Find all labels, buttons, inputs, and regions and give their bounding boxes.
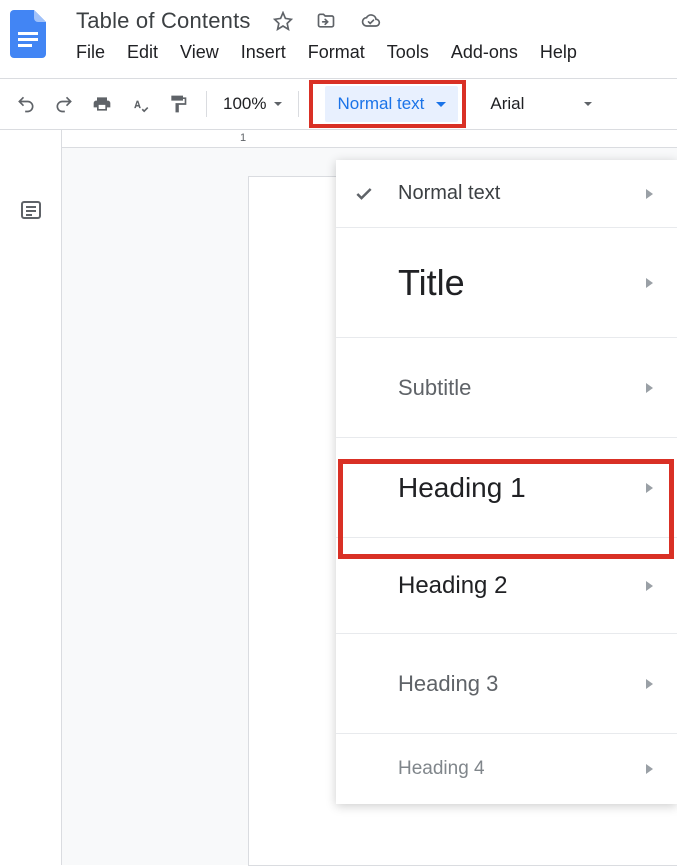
- dropdown-arrow-icon: [436, 102, 446, 107]
- submenu-arrow-icon: [646, 764, 653, 774]
- style-option-title[interactable]: Title: [336, 228, 677, 338]
- submenu-arrow-icon: [646, 383, 653, 393]
- menu-bar: File Edit View Insert Format Tools Add-o…: [66, 34, 677, 63]
- toolbar-divider: [298, 91, 299, 117]
- paragraph-style-value: Normal text: [337, 94, 424, 114]
- style-option-heading-2[interactable]: Heading 2: [336, 538, 677, 634]
- menu-tools[interactable]: Tools: [387, 42, 429, 63]
- submenu-arrow-icon: [646, 581, 653, 591]
- spellcheck-button[interactable]: [122, 86, 158, 122]
- style-label: Normal text: [398, 182, 500, 205]
- dropdown-arrow-icon: [584, 102, 592, 106]
- horizontal-ruler[interactable]: 1: [62, 130, 677, 148]
- submenu-arrow-icon: [646, 483, 653, 493]
- document-title[interactable]: Table of Contents: [76, 8, 251, 34]
- style-label: Heading 2: [398, 572, 507, 600]
- submenu-arrow-icon: [646, 278, 653, 288]
- style-option-subtitle[interactable]: Subtitle: [336, 338, 677, 438]
- style-option-normal-text[interactable]: Normal text: [336, 160, 677, 228]
- style-option-heading-4[interactable]: Heading 4: [336, 734, 677, 804]
- menu-view[interactable]: View: [180, 42, 219, 63]
- docs-logo-icon[interactable]: [8, 8, 48, 60]
- menu-insert[interactable]: Insert: [241, 42, 286, 63]
- cloud-status-icon[interactable]: [359, 11, 383, 31]
- paragraph-style-dropdown[interactable]: Normal text: [325, 86, 458, 122]
- submenu-arrow-icon: [646, 679, 653, 689]
- toolbar-divider: [206, 91, 207, 117]
- toolbar: 100% Normal text Arial: [0, 79, 677, 129]
- style-option-heading-3[interactable]: Heading 3: [336, 634, 677, 734]
- style-label: Title: [398, 262, 465, 304]
- paint-format-button[interactable]: [160, 86, 196, 122]
- star-icon[interactable]: [273, 11, 293, 31]
- style-label: Heading 4: [398, 758, 485, 780]
- paragraph-styles-menu: Normal text Title Subtitle Heading 1 Hea…: [336, 160, 677, 804]
- submenu-arrow-icon: [646, 189, 653, 199]
- menu-file[interactable]: File: [76, 42, 105, 63]
- undo-button[interactable]: [8, 86, 44, 122]
- style-label: Heading 1: [398, 472, 526, 504]
- dropdown-arrow-icon: [274, 102, 282, 106]
- ruler-mark: 1: [240, 132, 246, 144]
- app-header: Table of Contents File Edit View Insert …: [0, 0, 677, 74]
- font-dropdown[interactable]: Arial: [480, 94, 602, 114]
- annotation-highlight: Normal text: [309, 80, 466, 128]
- menu-edit[interactable]: Edit: [127, 42, 158, 63]
- style-option-heading-1[interactable]: Heading 1: [336, 438, 677, 538]
- outline-icon[interactable]: [19, 198, 43, 865]
- style-label: Subtitle: [398, 375, 471, 401]
- menu-format[interactable]: Format: [308, 42, 365, 63]
- menu-addons[interactable]: Add-ons: [451, 42, 518, 63]
- font-value: Arial: [490, 94, 524, 114]
- menu-help[interactable]: Help: [540, 42, 577, 63]
- redo-button[interactable]: [46, 86, 82, 122]
- move-icon[interactable]: [315, 11, 337, 31]
- print-button[interactable]: [84, 86, 120, 122]
- zoom-dropdown[interactable]: 100%: [217, 94, 288, 114]
- left-sidebar: [0, 130, 62, 865]
- zoom-value: 100%: [223, 94, 266, 114]
- style-label: Heading 3: [398, 671, 498, 697]
- checkmark-icon: [354, 184, 374, 204]
